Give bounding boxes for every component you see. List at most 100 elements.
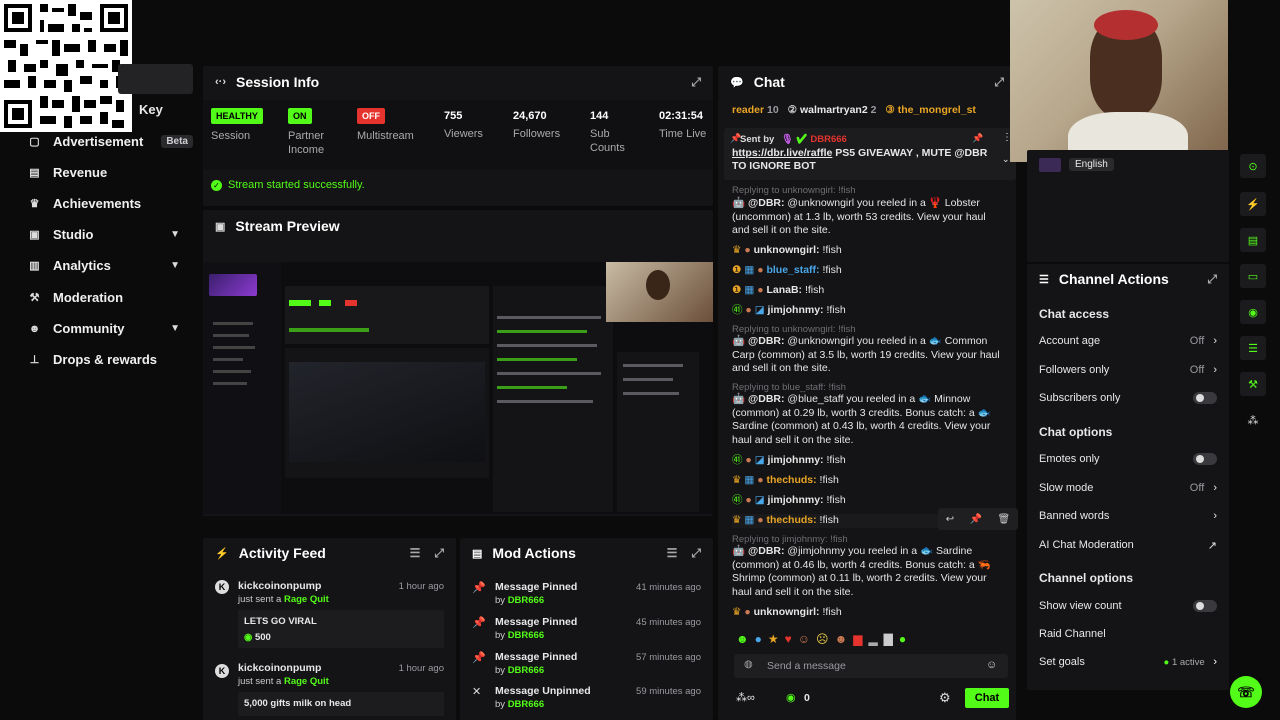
- chat-username[interactable]: unknowngirl:: [754, 606, 820, 618]
- wrench-icon[interactable]: ⚒: [1240, 372, 1266, 396]
- sidebar-item-community[interactable]: ☻ Community ▼: [0, 313, 200, 344]
- chat-username[interactable]: blue_staff:: [766, 264, 819, 276]
- chat-username[interactable]: jimjohnmy:: [768, 454, 824, 466]
- expand-icon[interactable]: ⤢: [691, 75, 701, 90]
- show-view-count-toggle[interactable]: [1193, 600, 1217, 612]
- pinned-message[interactable]: 📌 Sent by 🎙 ✔ DBR666 📌 ⋮ https://dbr.liv…: [724, 128, 1016, 180]
- activity-user[interactable]: kickcoinonpump: [238, 580, 321, 592]
- emote-icon[interactable]: ☹: [816, 632, 829, 646]
- top-user[interactable]: reader: [732, 104, 764, 116]
- chat-message: ㊶ ● ◪ jimjohnmy: !fish: [732, 454, 1004, 468]
- subscribers-only-toggle[interactable]: [1193, 392, 1217, 404]
- stat-multistream[interactable]: OFF Multistream: [357, 108, 427, 168]
- chat-mention[interactable]: @DBR:: [748, 545, 784, 557]
- sidebar-item-label: Moderation: [53, 290, 124, 305]
- emote-icon[interactable]: ☺: [798, 632, 810, 646]
- chat-username[interactable]: thechuds:: [766, 514, 816, 526]
- chat-username[interactable]: thechuds:: [766, 474, 816, 486]
- set-goals-row[interactable]: Set goals ● 1 active ›: [1027, 648, 1229, 676]
- sidebar-item-label: Studio: [53, 227, 94, 242]
- chat-message: 🤖 @DBR: @blue_staff you reeled in a 🐟 Mi…: [732, 393, 1004, 447]
- banned-words-row[interactable]: Banned words ›: [1027, 502, 1229, 530]
- sidebar-item-revenue[interactable]: ▤ Revenue: [0, 157, 200, 188]
- community-icon[interactable]: ⁂∞: [736, 691, 755, 704]
- ai-moderation-row[interactable]: AI Chat Moderation ↗: [1027, 531, 1229, 559]
- chat-username[interactable]: jimjohnmy:: [768, 304, 824, 316]
- badge-41-icon: ㊶: [732, 494, 743, 506]
- filter-icon[interactable]: ☰: [410, 546, 421, 560]
- activity-user[interactable]: kickcoinonpump: [238, 662, 321, 674]
- section-chat-options: Chat options: [1039, 425, 1113, 439]
- chat-username[interactable]: unknowngirl:: [754, 244, 820, 256]
- chat-mention[interactable]: @DBR:: [748, 335, 784, 347]
- chat-input-box[interactable]: ◍ Send a message ☺: [734, 654, 1008, 678]
- emote-icon[interactable]: ★: [768, 632, 779, 646]
- sidebar-item-key[interactable]: Key: [139, 102, 163, 117]
- sidebar-item-analytics[interactable]: ▥ Analytics ▼: [0, 250, 200, 281]
- slow-mode-row[interactable]: Slow mode Off ›: [1027, 474, 1229, 502]
- expand-icon[interactable]: ⤢: [1207, 272, 1217, 287]
- sidebar-item-studio[interactable]: ▣ Studio ▼: [0, 219, 200, 250]
- stream-preview-video[interactable]: [203, 262, 713, 514]
- chat-username[interactable]: jimjohnmy:: [768, 494, 824, 506]
- raid-channel-row[interactable]: Raid Channel: [1027, 620, 1229, 648]
- layout-icon[interactable]: ☰: [1240, 336, 1266, 360]
- pin-icon[interactable]: 📌: [970, 514, 982, 525]
- kick-coin-icon: ◉: [244, 632, 253, 643]
- preview-logo: [209, 274, 257, 296]
- followers-only-row[interactable]: Followers only Off ›: [1027, 356, 1229, 384]
- row-label: Set goals: [1039, 656, 1085, 668]
- emote-icon[interactable]: ▆: [853, 632, 862, 646]
- community-icon: ☻: [28, 322, 41, 335]
- expand-icon[interactable]: ⤢: [434, 546, 444, 561]
- emotes-only-toggle[interactable]: [1193, 453, 1217, 465]
- camera-icon[interactable]: ⊙: [1240, 154, 1266, 178]
- sub-badge-icon: ▦: [744, 264, 755, 276]
- sidebar-item-achievements[interactable]: ♛ Achievements: [0, 188, 200, 219]
- chevron-right-icon: ›: [1213, 482, 1217, 494]
- chevron-down-icon[interactable]: ⌄: [1002, 154, 1010, 165]
- unpin-icon[interactable]: 📌: [972, 133, 983, 144]
- top-user[interactable]: the_mongrel_st: [898, 104, 976, 116]
- language-chip[interactable]: English: [1069, 158, 1114, 171]
- chat-mention[interactable]: @DBR:: [748, 393, 784, 405]
- gear-icon[interactable]: ⚙: [939, 690, 951, 706]
- top-user[interactable]: walmartryan2: [800, 104, 868, 116]
- sidebar-item-advertisement[interactable]: ▢ Advertisement Beta: [0, 126, 200, 157]
- emote-icon[interactable]: ●: [755, 632, 762, 646]
- chat-mention[interactable]: @DBR:: [748, 197, 784, 209]
- status-badge: HEALTHY: [211, 108, 263, 124]
- filter-icon[interactable]: ☰: [667, 546, 678, 560]
- pin-icon: 📌: [472, 582, 486, 594]
- chat-username[interactable]: LanaB:: [766, 284, 802, 296]
- chat-message: ♛ ● unknowngirl: !fish: [732, 244, 1004, 258]
- emote-icon[interactable]: ▂: [868, 632, 877, 646]
- emoji-icon[interactable]: ☺: [986, 659, 997, 671]
- emote-icon[interactable]: ☻: [736, 632, 749, 646]
- sidebar-item-drops-rewards[interactable]: ⊥ Drops & rewards: [0, 344, 200, 375]
- chevron-right-icon: ›: [1213, 656, 1217, 668]
- bolt-icon[interactable]: ⚡: [1240, 192, 1266, 216]
- sub-badge-icon: ◪: [754, 454, 765, 466]
- pinned-link[interactable]: https://dbr.live/raffle: [732, 147, 832, 159]
- connections-icon[interactable]: ⁂: [1240, 408, 1266, 432]
- expand-icon[interactable]: ⤢: [994, 75, 1004, 90]
- document-icon[interactable]: ▤: [1240, 228, 1266, 252]
- help-button[interactable]: ☏: [1230, 676, 1262, 708]
- mod-action-label: Message Pinned: [495, 651, 578, 663]
- account-age-row[interactable]: Account age Off ›: [1027, 327, 1229, 355]
- chat-bubble-icon[interactable]: ▭: [1240, 264, 1266, 288]
- sidebar-item-moderation[interactable]: ⚒ Moderation: [0, 282, 200, 313]
- stat-partner-income[interactable]: ON Partner Income: [288, 108, 338, 168]
- preview-tag: [289, 300, 311, 306]
- expand-icon[interactable]: ⤢: [691, 546, 701, 561]
- emote-icon[interactable]: ♥: [785, 632, 792, 646]
- reply-icon[interactable]: ↩: [946, 514, 954, 525]
- send-chat-button[interactable]: Chat: [965, 688, 1009, 708]
- delete-icon[interactable]: 🗑: [998, 514, 1011, 525]
- emote-icon[interactable]: ●: [899, 632, 906, 646]
- bot-icon: 🤖: [732, 335, 746, 347]
- broadcast-icon[interactable]: ◉: [1240, 300, 1266, 324]
- emote-icon[interactable]: ☻: [835, 632, 848, 646]
- emote-icon[interactable]: ▇: [884, 632, 893, 646]
